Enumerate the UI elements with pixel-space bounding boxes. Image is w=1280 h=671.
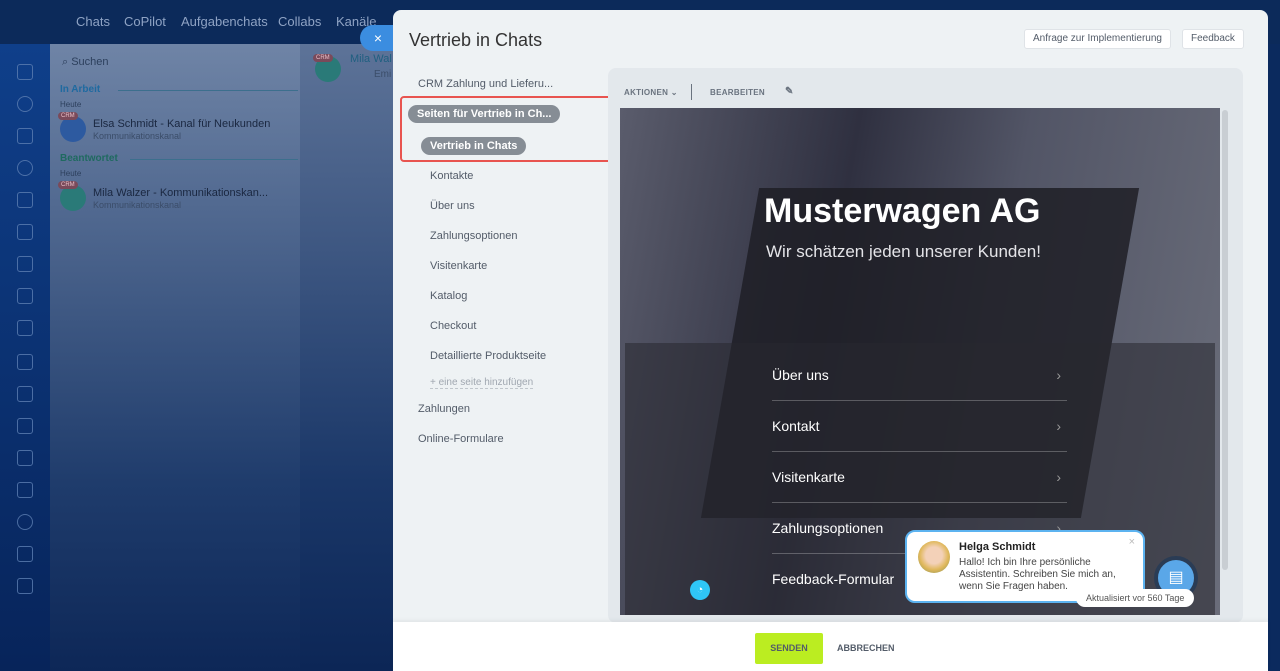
left-sidebar [0,44,50,671]
nav-page-zahlungsoptionen[interactable]: Zahlungsoptionen [430,230,517,242]
chat-item[interactable]: CRM Mila Walzer - Kommunikationskan... K… [58,181,295,211]
close-icon: × [373,30,383,46]
close-icon[interactable]: × [1129,536,1135,548]
crm-badge: CRM [58,112,78,120]
section-beantwortet: Beantwortet [60,153,300,164]
assistant-message: Hallo! Ich bin Ihre persönliche Assisten… [959,557,1116,592]
cookie-icon[interactable]: ◔ [690,580,710,600]
site-menu-item[interactable]: Über uns › [772,350,1067,401]
feed-icon[interactable] [17,96,33,112]
close-panel-button[interactable]: × [360,25,396,51]
chat-subtitle: Kommunikationskanal [93,131,182,141]
site-brand: Musterwagen AG [764,192,1041,230]
actions-label: AKTIONEN [624,88,669,97]
nav-crm-payment[interactable]: CRM Zahlung und Lieferu... [418,78,553,90]
chevron-right-icon: › [1056,469,1061,485]
nav-page-produktseite[interactable]: Detaillierte Produktseite [430,350,546,362]
nav-payments[interactable]: Zahlungen [418,403,470,415]
section-label: Beantwortet [60,153,118,164]
preview-scrollbar[interactable] [1222,110,1228,570]
tab-chats[interactable]: Chats [76,14,110,29]
nav-forms[interactable]: Online-Formulare [418,433,504,445]
tab-collabs[interactable]: Collabs [278,14,321,29]
footer-bar: SENDEN ABBRECHEN [393,622,1268,671]
document-icon[interactable] [17,224,33,240]
nav-page-ueber-uns[interactable]: Über uns [430,200,475,212]
search-placeholder: Suchen [71,56,109,68]
crm-icon[interactable] [17,192,33,208]
chat-area: CRM Mila Wal Emi [300,44,393,671]
nav-page-visitenkarte[interactable]: Visitenkarte [430,260,487,272]
site-menu-item[interactable]: Kontakt › [772,401,1067,452]
feedback-button[interactable]: Feedback [1182,29,1244,49]
tab-copilot[interactable]: CoPilot [124,14,166,29]
chat-list: ⌕ Suchen In Arbeit Heute CRM Elsa Schmid… [50,44,300,671]
updated-label: Aktualisiert vor 560 Tage [1076,589,1195,607]
nav-page-checkout[interactable]: Checkout [430,320,476,332]
day-label: Heute [60,169,82,178]
chat-title: Elsa Schmidt - Kanal für Neukunden [93,118,271,130]
chat-header-sub: Emi [374,69,392,80]
checkbox-icon[interactable] [17,288,33,304]
chart-icon[interactable] [17,450,33,466]
search-input[interactable]: ⌕ Suchen [62,56,109,69]
card-icon[interactable] [17,418,33,434]
chevron-right-icon: › [1056,418,1061,434]
tasks-icon[interactable] [17,128,33,144]
edit-button[interactable]: BEARBEITEN [710,88,765,97]
form-icon: ▤ [1168,569,1184,586]
pen-icon[interactable] [17,354,33,370]
cancel-button[interactable]: ABBRECHEN [837,633,895,664]
day-label: Heute [60,100,82,109]
crm-badge: CRM [58,181,78,189]
store-icon[interactable] [17,386,33,402]
crm-badge: CRM [313,54,333,62]
chat-title: Mila Walzer - Kommunikationskan... [93,187,269,199]
box-icon[interactable] [17,546,33,562]
section-label: In Arbeit [60,84,101,95]
presentation-icon[interactable] [17,256,33,272]
target-icon[interactable] [17,514,33,530]
schedule-icon[interactable] [17,578,33,594]
chat-subtitle: Kommunikationskanal [93,200,182,210]
chat-item[interactable]: CRM Elsa Schmidt - Kanal für Neukunden K… [58,112,295,142]
assistant-avatar [918,541,950,573]
nav-page-kontakte[interactable]: Kontakte [430,170,473,182]
page-title: Vertrieb in Chats [409,30,543,50]
section-in-arbeit: In Arbeit [60,84,300,95]
contacts-icon[interactable] [17,160,33,176]
search-icon: ⌕ [62,56,72,68]
implementation-request-button[interactable]: Anfrage zur Implementierung [1024,29,1171,49]
cart-icon[interactable] [17,482,33,498]
chat-header-name: Mila Wal [350,53,392,65]
tab-aufgabenchats[interactable]: Aufgabenchats [181,14,268,29]
site-menu-item[interactable]: Visitenkarte › [772,452,1067,503]
nav-site-pill[interactable]: Seiten für Vertrieb in Ch... [408,105,561,123]
pencil-icon[interactable]: ✎ [785,86,794,97]
chevron-down-icon: ⌄ [670,88,678,97]
send-button[interactable]: SENDEN [755,633,823,664]
toolbar-divider [691,84,692,100]
home-icon[interactable] [17,64,33,80]
calendar-icon[interactable] [17,320,33,336]
actions-dropdown[interactable]: AKTIONEN ⌄ [624,88,678,97]
assistant-name: Helga Schmidt [959,541,1036,553]
nav-active-page-pill[interactable]: Vertrieb in Chats [421,137,527,155]
site-tagline: Wir schätzen jeden unserer Kunden! [766,242,1041,261]
nav-page-katalog[interactable]: Katalog [430,290,467,302]
add-page-link[interactable]: + eine seite hinzufügen [430,377,534,389]
chevron-right-icon: › [1056,367,1061,383]
